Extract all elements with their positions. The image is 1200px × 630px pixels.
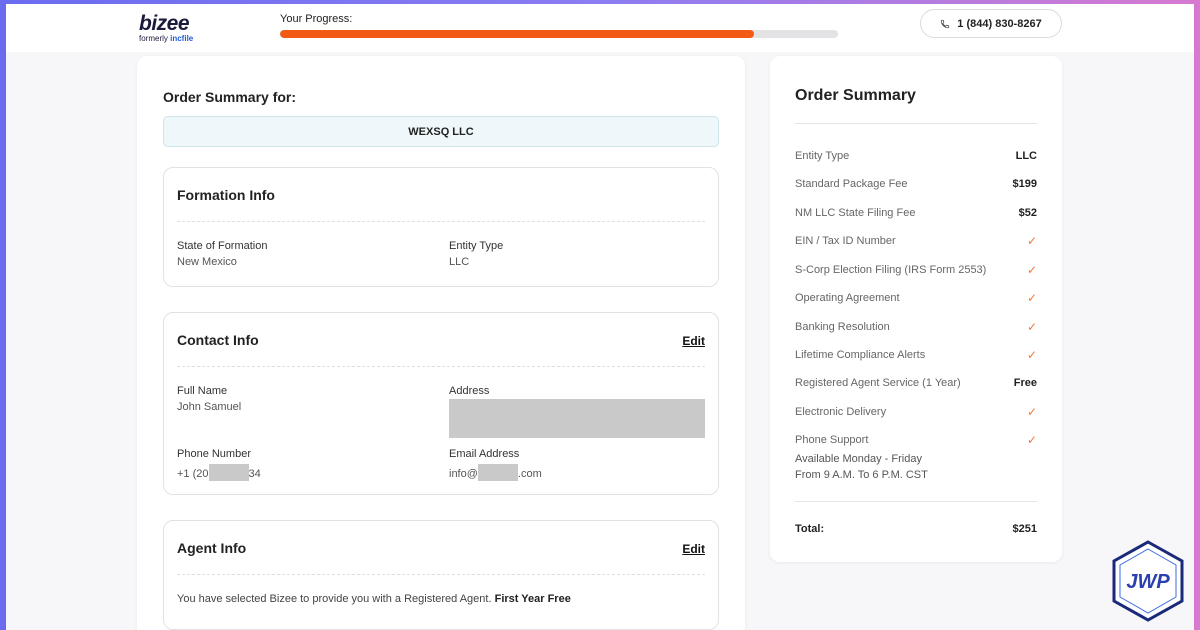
summary-row: Operating Agreement ✓ [795, 291, 1037, 305]
summary-row: Registered Agent Service (1 Year) Free [795, 376, 1037, 390]
full-name-value: John Samuel [177, 401, 242, 413]
jwp-watermark-logo: JWP [1112, 540, 1184, 622]
check-icon: ✓ [1026, 320, 1037, 334]
phone-number: 1 (844) 830-8267 [957, 17, 1042, 30]
summary-row-value: Free [1013, 377, 1037, 389]
logo-wordmark: bizee [139, 12, 190, 35]
section-divider [177, 366, 705, 367]
summary-divider [795, 123, 1037, 124]
address-label: Address [449, 385, 490, 397]
logo-formerly: formerly [139, 34, 168, 43]
agent-edit-link[interactable]: Edit [682, 542, 705, 556]
progress-bar [280, 30, 838, 38]
full-name-label: Full Name [177, 385, 228, 397]
formation-info-title: Formation Info [177, 187, 275, 203]
check-icon: ✓ [1026, 234, 1037, 248]
total-value: $251 [1012, 523, 1037, 535]
summary-row-label: Phone Support [795, 434, 869, 446]
agent-description: You have selected Bizee to provide you w… [177, 593, 571, 605]
summary-row-label: Entity Type [795, 150, 850, 162]
summary-row-label: Registered Agent Service (1 Year) [795, 377, 961, 389]
contact-info-section: Contact Info Edit Full Name John Samuel … [163, 312, 719, 495]
top-bar: bizee formerly incfile Your Progress: 1 … [6, 4, 1194, 52]
summary-row-label: Operating Agreement [795, 292, 900, 304]
check-icon: ✓ [1026, 263, 1037, 277]
total-label: Total: [795, 523, 825, 535]
summary-row: Entity Type LLC [795, 149, 1037, 163]
summary-row-label: Standard Package Fee [795, 178, 908, 190]
check-icon: ✓ [1026, 291, 1037, 305]
email-suffix: .com [517, 468, 542, 480]
support-hours-line-1: Available Monday - Friday [795, 453, 922, 465]
first-year-free-highlight: First Year Free [494, 593, 571, 605]
summary-row-value: $199 [1012, 178, 1037, 190]
phone-button[interactable]: 1 (844) 830-8267 [920, 9, 1062, 38]
progress-label: Your Progress: [280, 13, 353, 25]
address-redacted-block [449, 399, 705, 438]
bizee-logo[interactable]: bizee formerly incfile [139, 12, 193, 44]
summary-row-value: LLC [1015, 150, 1037, 162]
summary-row: EIN / Tax ID Number ✓ [795, 234, 1037, 248]
section-divider [177, 574, 705, 575]
order-summary-for-heading: Order Summary for: [163, 89, 297, 105]
order-details-card: Order Summary for: WEXSQ LLC Formation I… [137, 56, 745, 630]
phone-redacted-block [208, 464, 249, 481]
check-icon: ✓ [1026, 433, 1037, 447]
email-address-label: Email Address [449, 448, 520, 460]
formation-info-section: Formation Info State of Formation New Me… [163, 167, 719, 287]
company-name-box: WEXSQ LLC [163, 116, 719, 147]
summary-row-label: NM LLC State Filing Fee [795, 207, 916, 219]
logo-incfile: incfile [170, 34, 194, 43]
summary-row-label: Electronic Delivery [795, 406, 887, 418]
jwp-badge-text: JWP [1126, 571, 1170, 593]
logo-tagline: formerly incfile [139, 34, 193, 44]
phone-number-value: +1 (20 34 [177, 464, 261, 481]
summary-row-label: Lifetime Compliance Alerts [795, 349, 926, 361]
order-summary-card: Order Summary Entity Type LLC Standard Pac… [770, 56, 1062, 562]
state-of-formation-value: New Mexico [177, 256, 237, 268]
agent-info-section: Agent Info Edit You have selected Bizee … [163, 520, 719, 630]
page-frame: bizee formerly incfile Your Progress: 1 … [6, 4, 1194, 630]
agent-info-title: Agent Info [177, 540, 247, 556]
summary-row: Phone Support ✓ [795, 433, 1037, 447]
summary-row: Standard Package Fee $199 [795, 177, 1037, 191]
summary-row-label: S-Corp Election Filing (IRS Form 2553) [795, 264, 987, 276]
agent-text: You have selected Bizee to provide you w… [177, 593, 492, 605]
progress-fill [280, 30, 755, 38]
phone-prefix: +1 (20 [177, 468, 209, 480]
summary-row: Electronic Delivery ✓ [795, 405, 1037, 419]
summary-row: Banking Resolution ✓ [795, 320, 1037, 334]
email-prefix: info@ [449, 468, 478, 480]
support-hours-line-2: From 9 A.M. To 6 P.M. CST [795, 469, 928, 481]
contact-edit-link[interactable]: Edit [682, 334, 705, 348]
email-redacted-block [477, 464, 518, 481]
section-divider [177, 221, 705, 222]
check-icon: ✓ [1026, 405, 1037, 419]
entity-type-value: LLC [449, 256, 470, 268]
state-of-formation-label: State of Formation [177, 240, 268, 252]
contact-info-title: Contact Info [177, 332, 259, 348]
summary-row-label: Banking Resolution [795, 321, 890, 333]
summary-row-value: $52 [1018, 207, 1037, 219]
summary-row: S-Corp Election Filing (IRS Form 2553) ✓ [795, 263, 1037, 277]
summary-row: Lifetime Compliance Alerts ✓ [795, 348, 1037, 362]
order-summary-title: Order Summary [795, 87, 916, 104]
company-name: WEXSQ LLC [408, 125, 474, 138]
total-row: Total: $251 [795, 522, 1037, 536]
summary-divider [795, 501, 1037, 502]
entity-type-label: Entity Type [449, 240, 504, 252]
summary-row-label: EIN / Tax ID Number [795, 235, 896, 247]
phone-suffix: 34 [248, 468, 261, 480]
email-address-value: info@ .com [449, 464, 542, 481]
summary-row: NM LLC State Filing Fee $52 [795, 206, 1037, 220]
phone-number-label: Phone Number [177, 448, 251, 460]
phone-icon [941, 19, 950, 28]
check-icon: ✓ [1026, 348, 1037, 362]
